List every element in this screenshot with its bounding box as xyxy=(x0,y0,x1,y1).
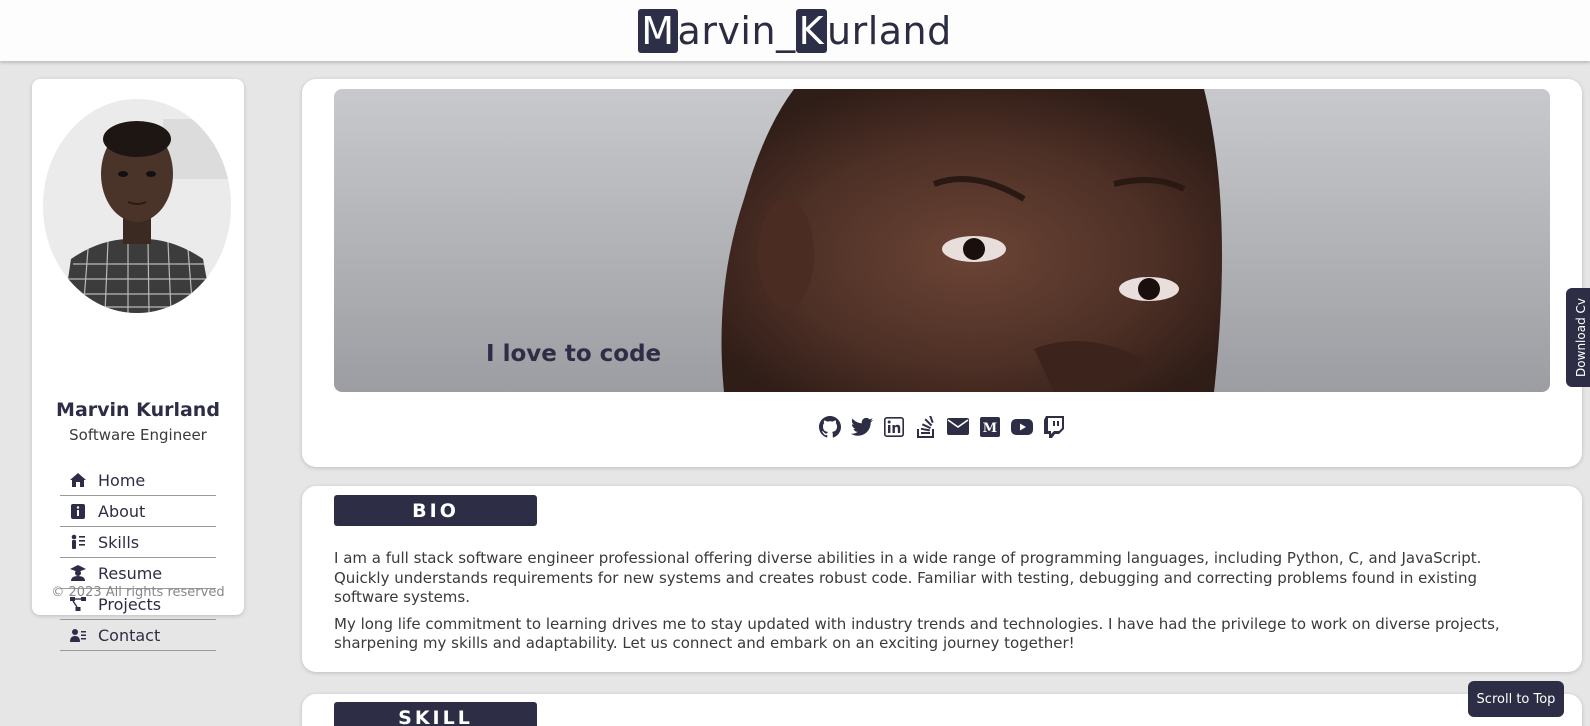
sidebar-item-label: Contact xyxy=(98,625,161,645)
twitter-icon[interactable] xyxy=(851,415,874,438)
sidebar-nav: Home About Skills Resume Projects Contac… xyxy=(60,465,216,651)
scroll-to-top-button[interactable]: Scroll to Top xyxy=(1468,681,1564,717)
graduate-icon xyxy=(68,565,88,581)
brand-first-rest: arvin_ xyxy=(677,8,796,53)
bio-card: BIO I am a full stack software engineer … xyxy=(302,486,1582,672)
top-header: M arvin_ K urland xyxy=(0,0,1590,61)
skill-section-title: SKILL xyxy=(334,702,537,726)
bio-section-title: BIO xyxy=(334,495,537,526)
brand-last-rest: urland xyxy=(827,8,952,53)
info-icon xyxy=(68,503,88,519)
github-icon[interactable] xyxy=(819,415,842,438)
hero-banner-image: I love to code xyxy=(334,89,1550,392)
profile-name: Marvin Kurland xyxy=(56,399,220,421)
brand-initial-k: K xyxy=(795,8,827,53)
hero-tagline: I love to code xyxy=(486,341,662,367)
sidebar-item-label: Resume xyxy=(98,563,163,583)
sidebar-item-label: Skills xyxy=(98,532,140,552)
stackoverflow-icon[interactable] xyxy=(915,415,938,438)
home-icon xyxy=(68,472,88,488)
bio-text: I am a full stack software engineer prof… xyxy=(334,549,1539,661)
site-logo[interactable]: M arvin_ K urland xyxy=(638,8,952,53)
medium-icon[interactable]: M xyxy=(979,415,1002,438)
bio-paragraph: I am a full stack software engineer prof… xyxy=(334,549,1482,606)
download-cv-button[interactable]: Download Cv xyxy=(1566,288,1590,387)
copyright-text: © 2023 All rights reserved xyxy=(51,585,225,600)
profile-role: Software Engineer xyxy=(69,426,207,444)
sidebar: Marvin Kurland Software Engineer Home Ab… xyxy=(32,79,244,651)
hero-card: I love to code M xyxy=(302,79,1582,467)
youtube-icon[interactable] xyxy=(1011,415,1034,438)
skills-icon xyxy=(68,534,88,550)
contact-icon xyxy=(68,627,88,643)
social-links: M xyxy=(302,415,1582,438)
twitch-icon[interactable] xyxy=(1043,415,1066,438)
linkedin-icon[interactable] xyxy=(883,415,906,438)
sidebar-item-contact[interactable]: Contact xyxy=(60,620,216,651)
avatar-portrait-image xyxy=(43,99,231,313)
brand-initial-m: M xyxy=(638,8,678,53)
download-cv-label: Download Cv xyxy=(1574,298,1588,377)
sidebar-item-label: Home xyxy=(98,470,146,490)
sidebar-item-skills[interactable]: Skills xyxy=(60,527,216,558)
sidebar-item-label: About xyxy=(98,501,146,521)
sidebar-item-about[interactable]: About xyxy=(60,496,216,527)
avatar xyxy=(43,99,231,313)
email-icon[interactable] xyxy=(947,415,970,438)
svg-text:M: M xyxy=(983,421,997,436)
bio-paragraph: My long life commitment to learning driv… xyxy=(334,614,1500,653)
skill-card: SKILL xyxy=(302,694,1582,726)
sidebar-item-home[interactable]: Home xyxy=(60,465,216,496)
